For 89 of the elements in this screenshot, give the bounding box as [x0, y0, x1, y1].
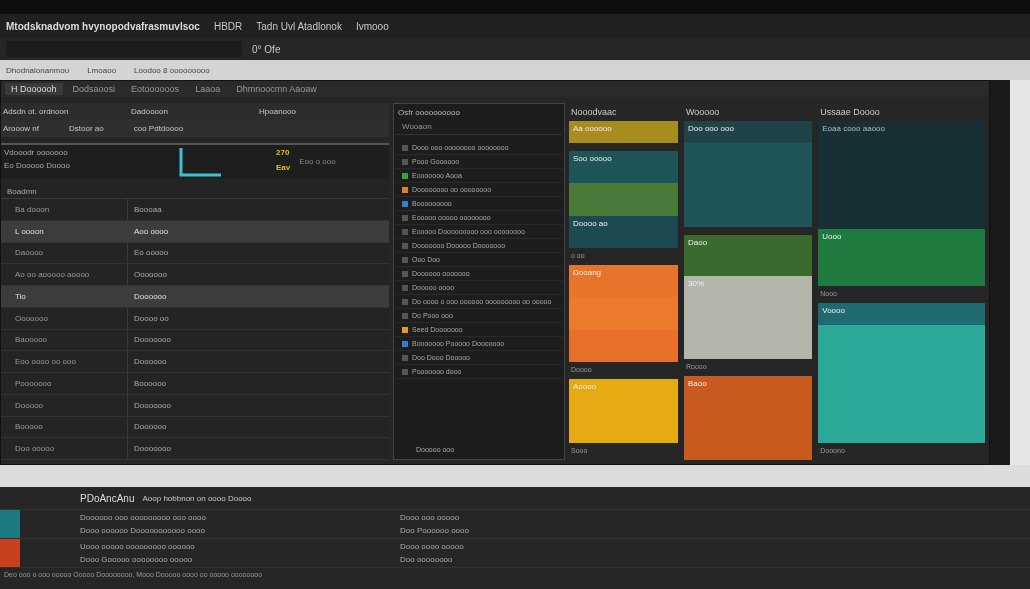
table-row[interactable]: Eoo oooo oo ooo Doooooo — [1, 351, 389, 373]
table-cell-text: Dooooooo — [133, 444, 171, 454]
table-cell: Baooooo — [1, 329, 128, 351]
color-tile[interactable]: Daoo — [684, 234, 813, 276]
table-cell-text: Doooooo — [133, 357, 167, 367]
tile-title: Nooodvaac — [570, 106, 618, 119]
table-cell-text: Doooooo — [133, 422, 167, 432]
summary-sublabel: Eo Dooooo Doooo — [4, 161, 71, 170]
reading-value: Eav — [276, 163, 291, 172]
toolbar-text[interactable]: Loodoo 8 ooooooooo — [134, 65, 210, 75]
color-tile[interactable]: Voooo — [818, 302, 985, 325]
table-cell: Pooooooo — [1, 373, 128, 394]
table-cell: Daoooo — [1, 242, 128, 264]
panel-title: Osfr oooooooooo — [397, 107, 461, 119]
row-detail: Doo Poooooo oooo — [400, 526, 469, 535]
table-cell: Ao oo aooooo aoooo — [1, 264, 128, 285]
table-cell: Tio — [1, 286, 128, 307]
table-cell-text: Aoo oooo — [133, 226, 169, 236]
color-tile[interactable] — [569, 297, 678, 330]
panel-subtitle: Aoop hobbnon on oooo Doooo — [142, 493, 252, 503]
row-text: Uooo ooooo ooooooooo oooooo — [80, 542, 196, 551]
table-cell: Dooooo — [1, 394, 128, 416]
table-row[interactable]: Booooo Doooooo — [1, 416, 389, 439]
filter-label[interactable]: coo Pdtdoooo — [133, 124, 184, 133]
color-tile[interactable]: Uooo — [818, 228, 985, 286]
column-header: Hpoanooo — [259, 107, 297, 116]
table-row[interactable]: Ooooooo Doooo oo — [1, 307, 389, 330]
table-cell: Ba dooon — [1, 199, 128, 220]
toolbar-text[interactable]: Lmoaoo — [87, 65, 117, 75]
table-row[interactable]: Dooooo Dooooooo — [1, 394, 389, 417]
title-bar-item[interactable]: Ivmooo — [355, 20, 389, 32]
row-detail: Dooo ooo ooooo — [400, 513, 461, 522]
tab[interactable]: Laaoa — [189, 83, 227, 95]
table-cell: Booooo — [1, 416, 128, 438]
summary-note: Eoo o ooo — [298, 156, 337, 168]
table-cell-text: Ooooooo — [133, 270, 167, 280]
line-graph — [179, 147, 223, 177]
color-tile[interactable]: Baoo — [684, 376, 813, 460]
table-cell-text: Doooooo — [133, 291, 167, 301]
table-cell: Doo ooooo — [1, 438, 128, 459]
table-cell-text: Dooooooo — [133, 335, 171, 345]
table-cell-text: Doooo oo — [133, 313, 169, 323]
group-label: Boadmn — [6, 186, 38, 198]
table-row[interactable]: Baooooo Dooooooo — [1, 329, 389, 352]
panel-title: PDoAncAnu — [80, 492, 135, 504]
row-text: Dooo oooooo Dooooooooooo oooo — [80, 526, 206, 535]
reading-value: 270 — [276, 148, 291, 157]
panel-subtitle: Wooaon — [396, 119, 562, 135]
color-tile[interactable]: Soo ooooo — [569, 151, 678, 184]
color-tile[interactable]: Doo ooo ooo — [684, 121, 813, 143]
table-cell-text: Boooooo — [133, 378, 167, 388]
table-row[interactable]: Doo ooooo Dooooooo — [1, 438, 389, 460]
color-tile[interactable] — [818, 324, 985, 443]
table-row[interactable]: Tio Doooooo — [1, 286, 389, 308]
row-text: Dooo Gooooo oooooooo ooooo — [80, 555, 194, 564]
toolbar-text[interactable]: Dhodnalonanmou — [6, 65, 70, 75]
tab[interactable]: Eotoooooos — [125, 83, 186, 95]
tab[interactable]: H Doooooh — [5, 83, 63, 95]
table-cell-text: Eo ooooo — [133, 248, 169, 258]
table-row[interactable]: Pooooooo Boooooo — [1, 373, 389, 395]
table-cell: Eoo oooo oo ooo — [1, 351, 128, 372]
color-tile[interactable]: Doooo ao — [569, 215, 678, 249]
title-bar-item[interactable]: HBDR — [213, 20, 243, 32]
tile-title: Wooooo — [685, 106, 721, 119]
table-cell-text: Dooooooo — [133, 400, 171, 410]
row-detail: Dooo oooo ooooo — [400, 542, 464, 551]
table-row[interactable]: Ba dooon Boooaa — [1, 199, 389, 221]
color-tile[interactable] — [569, 183, 678, 216]
row-text: Doooooo ooo ooooooooo ooo oooo — [80, 513, 207, 522]
title-bar-item[interactable]: Tadn Uvl Atadlonok — [256, 20, 342, 32]
filter-label[interactable]: Arooow nf — [3, 124, 40, 133]
table-cell: Ooooooo — [1, 307, 128, 329]
filter-label[interactable]: Dstoor ao — [69, 124, 104, 133]
tab[interactable]: Dhmnoocmn Aaoaw — [230, 83, 323, 95]
color-tile[interactable] — [569, 329, 678, 363]
column-header: Adsdn ot. ordnoon — [3, 107, 70, 116]
address-text: 0° Ofe — [252, 43, 281, 55]
window-title: Mtodsknadvom hvynopodvafrasmuvlsoc — [6, 20, 200, 32]
tile-title: Ussaae Doooo — [819, 106, 881, 119]
table-row[interactable]: Daoooo Eo ooooo — [1, 242, 389, 265]
color-tile[interactable]: Eoaa cooo aaooo — [818, 121, 985, 229]
table-cell-text: Boooaa — [133, 204, 162, 214]
row-detail: Doo oooooooo — [400, 555, 454, 564]
tab[interactable]: Dodsaoosi — [66, 83, 122, 95]
table-row[interactable]: L oooon Aoo oooo — [1, 220, 389, 243]
column-header: Dadoooon — [131, 107, 169, 116]
color-tile[interactable] — [684, 143, 813, 227]
table-cell: L oooon — [1, 220, 128, 242]
summary-label: Vdooodr ooooooo — [4, 148, 69, 157]
